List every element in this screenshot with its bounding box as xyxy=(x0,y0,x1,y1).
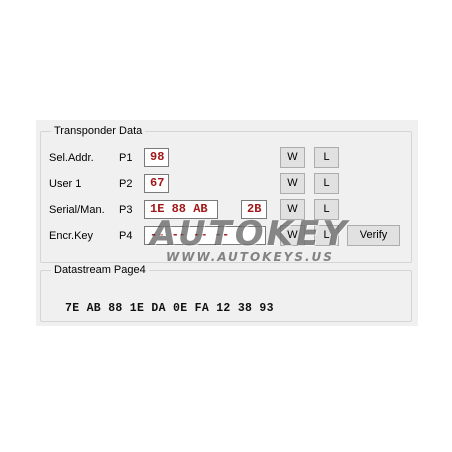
p1-register-label: P1 xyxy=(119,152,133,164)
datastream-title: Datastream Page4 xyxy=(51,263,149,277)
sel-addr-field[interactable]: 98 xyxy=(144,148,169,167)
serial-field[interactable]: 1E 88 AB xyxy=(144,200,218,219)
user1-field[interactable]: 67 xyxy=(144,174,169,193)
transponder-data-group: Transponder Data Sel.Addr. P1 98 W L Use… xyxy=(40,124,412,263)
encr-key-label: Encr.Key xyxy=(49,230,94,242)
p1-write-button[interactable]: W xyxy=(280,147,305,168)
encr-key-field[interactable]: -- -- -- -- xyxy=(144,226,266,245)
p2-write-button[interactable]: W xyxy=(280,173,305,194)
p4-register-label: P4 xyxy=(119,230,133,242)
p2-register-label: P2 xyxy=(119,178,133,190)
p4-write-button[interactable]: W xyxy=(280,225,305,246)
datastream-group: Datastream Page4 7E AB 88 1E DA 0E FA 12… xyxy=(40,263,412,322)
p3-write-button[interactable]: W xyxy=(280,199,305,220)
p3-register-label: P3 xyxy=(119,204,133,216)
transponder-data-title: Transponder Data xyxy=(51,124,146,138)
user1-label: User 1 xyxy=(49,178,82,190)
manufacturer-field[interactable]: 2B xyxy=(241,200,267,219)
serial-man-label: Serial/Man. xyxy=(49,204,105,216)
p1-lock-button[interactable]: L xyxy=(314,147,339,168)
verify-button[interactable]: Verify xyxy=(347,225,400,246)
p2-lock-button[interactable]: L xyxy=(314,173,339,194)
transponder-panel: Transponder Data Sel.Addr. P1 98 W L Use… xyxy=(36,120,418,326)
p4-lock-button[interactable]: L xyxy=(314,225,339,246)
datastream-bytes: 7E AB 88 1E DA 0E FA 12 38 93 xyxy=(65,302,274,315)
p3-lock-button[interactable]: L xyxy=(314,199,339,220)
sel-addr-label: Sel.Addr. xyxy=(49,152,94,164)
